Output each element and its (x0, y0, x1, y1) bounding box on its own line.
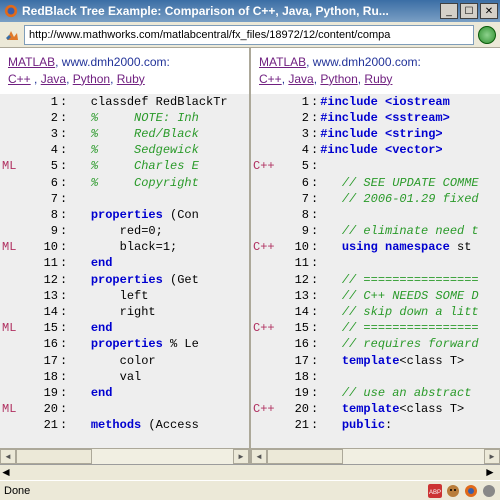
code-line: 7: (0, 191, 249, 207)
code-line: C++15: // ================ (251, 320, 500, 336)
left-hscrollbar[interactable]: ◄ ► (0, 448, 249, 464)
link-python[interactable]: Python (320, 72, 357, 86)
code-line: 21: public: (251, 417, 500, 433)
left-pane: MATLAB, www.dmh2000.com: C++ , Java, Pyt… (0, 48, 251, 464)
code-line: 6: % Copyright (0, 175, 249, 191)
link-python[interactable]: Python (73, 72, 110, 86)
code-line: 14: // skip down a litt (251, 304, 500, 320)
scroll-right-button[interactable]: ► (233, 449, 249, 464)
close-button[interactable]: ✕ (480, 3, 498, 19)
code-line: C++20: template<class T> (251, 401, 500, 417)
link-ruby[interactable]: Ruby (117, 72, 145, 86)
right-hscrollbar[interactable]: ◄ ► (251, 448, 500, 464)
code-line: 12: properties (Get (0, 272, 249, 288)
status-bar: Done ABP (0, 480, 500, 500)
status-text: Done (4, 485, 424, 497)
scroll-track[interactable] (16, 449, 233, 464)
scroll-right-button[interactable]: ► (484, 449, 500, 464)
code-line: 16: // requires forward (251, 336, 500, 352)
code-line: ML20: (0, 401, 249, 417)
code-line: 16: properties % Le (0, 336, 249, 352)
svg-text:ABP: ABP (429, 490, 441, 496)
url-input[interactable]: http://www.mathworks.com/matlabcentral/f… (24, 25, 474, 45)
code-line: 4: % Sedgewick (0, 142, 249, 158)
code-line: 1:#include <iostream (251, 94, 500, 110)
firefox-small-icon[interactable] (464, 484, 478, 498)
code-line: 8: (251, 207, 500, 223)
code-line: ML15: end (0, 320, 249, 336)
maximize-button[interactable]: ☐ (460, 3, 478, 19)
window-titlebar: RedBlack Tree Example: Comparison of C++… (0, 0, 500, 22)
code-line: 18: (251, 369, 500, 385)
left-code: 1: classdef RedBlackTr2: % NOTE: Inh3: %… (0, 94, 249, 448)
code-line: 12: // ================ (251, 272, 500, 288)
link-cpp[interactable]: C++ (8, 72, 31, 86)
link-ruby[interactable]: Ruby (364, 72, 392, 86)
code-line: C++10: using namespace st (251, 239, 500, 255)
code-line: 1: classdef RedBlackTr (0, 94, 249, 110)
code-line: 17: color (0, 353, 249, 369)
code-line: 3:#include <string> (251, 126, 500, 142)
scroll-thumb[interactable] (16, 449, 92, 464)
abp-icon[interactable]: ABP (428, 484, 442, 498)
code-line: 19: // use an abstract (251, 385, 500, 401)
code-line: 9: // eliminate need t (251, 223, 500, 239)
scroll-left-button[interactable]: ◄ (251, 449, 267, 464)
code-line: 19: end (0, 385, 249, 401)
code-line: 21: methods (Access (0, 417, 249, 433)
code-line: 7: // 2006-01.29 fixed (251, 191, 500, 207)
code-line: 8: properties (Con (0, 207, 249, 223)
right-pane: MATLAB, www.dmh2000.com: C++, Java, Pyth… (251, 48, 500, 464)
scroll-track[interactable] (16, 465, 484, 480)
go-button[interactable] (478, 26, 496, 44)
code-line: 11: (251, 255, 500, 271)
window-title: RedBlack Tree Example: Comparison of C++… (22, 4, 440, 18)
matlab-icon (4, 27, 20, 43)
code-line: 14: right (0, 304, 249, 320)
code-line: 4:#include <vector> (251, 142, 500, 158)
code-line: 6: // SEE UPDATE COMME (251, 175, 500, 191)
tray-icon[interactable] (482, 484, 496, 498)
link-matlab[interactable]: MATLAB (8, 55, 55, 69)
scroll-left-button[interactable]: ◄ (0, 465, 16, 480)
address-toolbar: http://www.mathworks.com/matlabcentral/f… (0, 22, 500, 48)
code-line: 13: left (0, 288, 249, 304)
left-header: MATLAB, www.dmh2000.com: C++ , Java, Pyt… (0, 48, 249, 94)
link-matlab[interactable]: MATLAB (259, 55, 306, 69)
right-code: 1:#include <iostream2:#include <sstream>… (251, 94, 500, 448)
code-line: ML5: % Charles E (0, 158, 249, 174)
minimize-button[interactable]: _ (440, 3, 458, 19)
code-line: 17: template<class T> (251, 353, 500, 369)
code-line: 9: red=0; (0, 223, 249, 239)
scroll-thumb[interactable] (267, 449, 343, 464)
scroll-track[interactable] (267, 449, 484, 464)
right-header: MATLAB, www.dmh2000.com: C++, Java, Pyth… (251, 48, 500, 94)
code-line: ML10: black=1; (0, 239, 249, 255)
code-line: 11: end (0, 255, 249, 271)
link-cpp[interactable]: C++ (259, 72, 282, 86)
main-hscrollbar[interactable]: ◄ ► (0, 464, 500, 480)
code-line: C++5: (251, 158, 500, 174)
link-java[interactable]: Java (288, 72, 313, 86)
firefox-icon (4, 4, 18, 18)
code-line: 13: // C++ NEEDS SOME D (251, 288, 500, 304)
code-line: 2: % NOTE: Inh (0, 110, 249, 126)
content-area: MATLAB, www.dmh2000.com: C++ , Java, Pyt… (0, 48, 500, 464)
code-line: 18: val (0, 369, 249, 385)
link-java[interactable]: Java (41, 72, 66, 86)
code-line: 3: % Red/Black (0, 126, 249, 142)
monkey-icon[interactable] (446, 484, 460, 498)
scroll-right-button[interactable]: ► (484, 465, 500, 480)
scroll-left-button[interactable]: ◄ (0, 449, 16, 464)
code-line: 2:#include <sstream> (251, 110, 500, 126)
